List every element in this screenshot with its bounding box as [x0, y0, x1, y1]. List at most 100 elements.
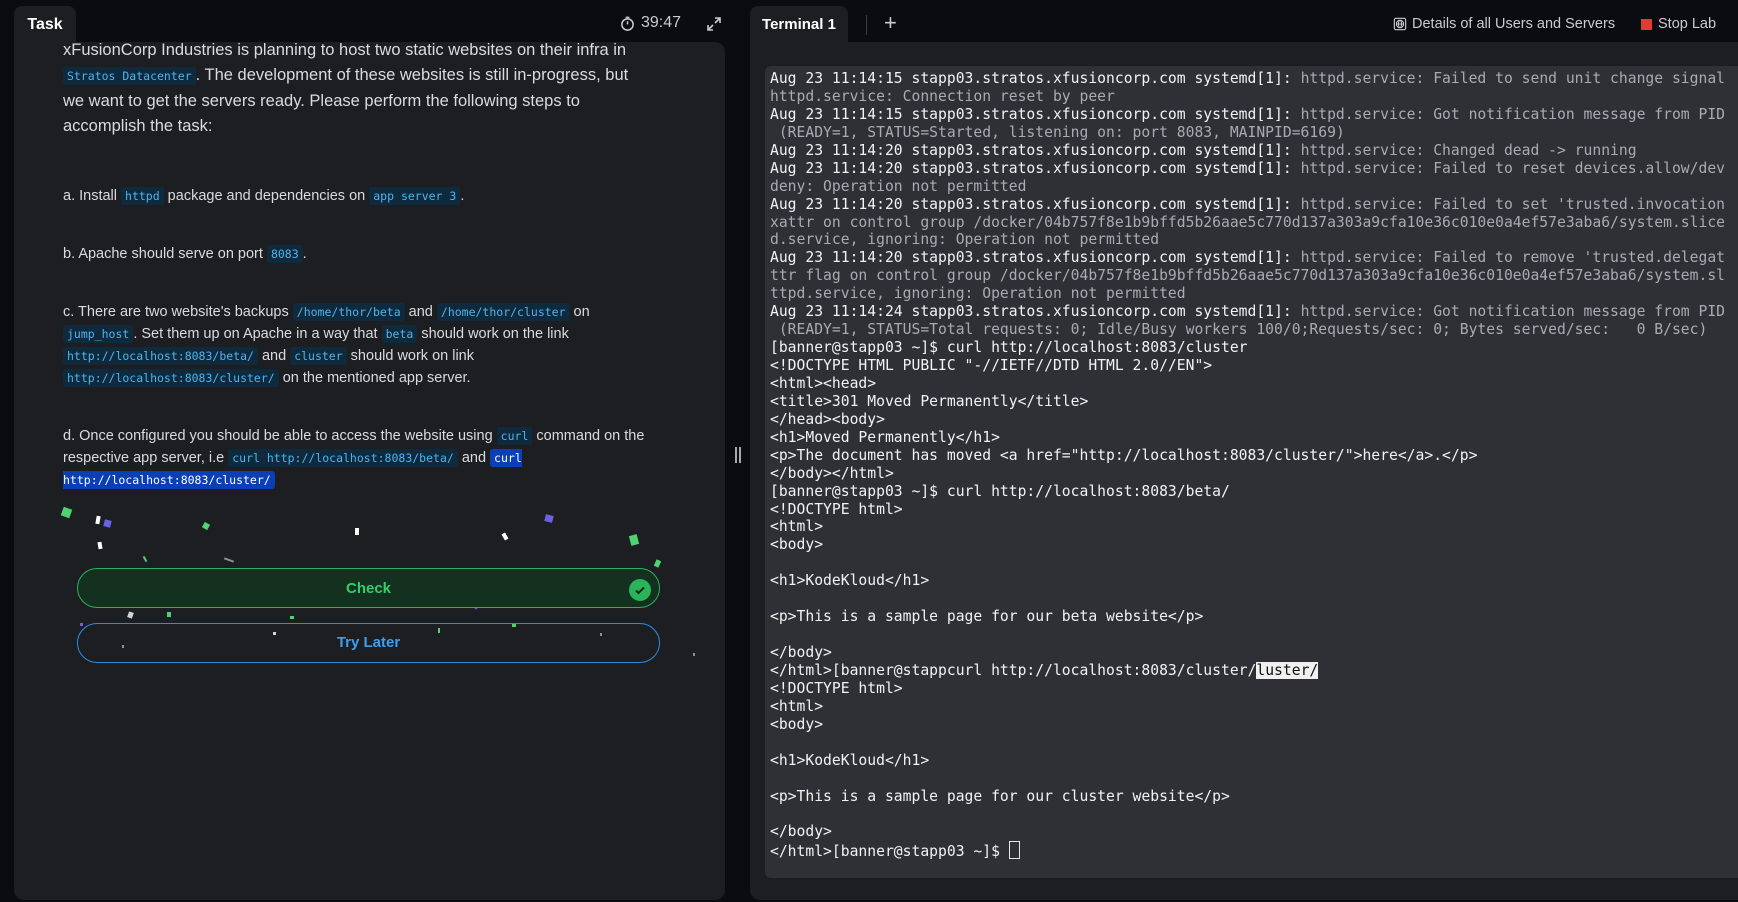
terminal-line: </html>[banner@stappcurl http://localhos…	[770, 661, 1725, 680]
inline-code: cluster	[290, 347, 347, 365]
terminal-line: </body>	[770, 823, 1725, 841]
timer: 39:47	[620, 14, 681, 32]
terminal-text: <!DOCTYPE html>	[770, 500, 903, 518]
check-button[interactable]: Check	[77, 568, 660, 608]
text-segment: and	[457, 450, 491, 466]
stop-lab-button[interactable]: Stop Lab	[1641, 16, 1716, 32]
terminal-line: </html>[banner@stapp03 ~]$	[770, 841, 1725, 861]
terminal-line: <body>	[770, 716, 1725, 734]
terminal-line: </head><body>	[770, 411, 1725, 429]
terminal-text: <h1>KodeKloud</h1>	[770, 572, 930, 590]
text-segment: on the mentioned app server.	[278, 370, 471, 386]
terminal-text-dim: httpd.service: Got notification message …	[1300, 105, 1726, 123]
terminal-output: Aug 23 11:14:15 stapp03.stratos.xfusionc…	[770, 70, 1726, 861]
terminal-line: <p>This is a sample page for our cluster…	[770, 788, 1725, 806]
expand-icon[interactable]	[706, 16, 722, 32]
terminal-line: Aug 23 11:14:15 stapp03.stratos.xfusionc…	[770, 70, 1725, 88]
terminal-line: <!DOCTYPE html>	[770, 501, 1725, 519]
checkmark-icon	[629, 579, 651, 601]
inline-code: curl	[496, 427, 533, 445]
terminal-line: <body>	[770, 536, 1725, 554]
terminal-text-dim: d.service, ignoring: Operation not permi…	[770, 231, 1160, 249]
terminal-text: Aug 23 11:14:15 stapp03.stratos.xfusionc…	[770, 105, 1301, 123]
terminal-text-dim: deny: Operation not permitted	[770, 177, 1027, 195]
terminal-text: [banner@stapp03 ~]$ curl http://localhos…	[770, 482, 1230, 500]
terminal-line: <title>301 Moved Permanently</title>	[770, 393, 1725, 411]
try-later-button[interactable]: Try Later	[77, 623, 660, 663]
text-segment: .	[302, 246, 307, 262]
plus-icon[interactable]: +	[884, 12, 897, 34]
terminal-line: [banner@stapp03 ~]$ curl http://localhos…	[770, 339, 1725, 357]
terminal-text: <!DOCTYPE HTML PUBLIC "-//IETF//DTD HTML…	[770, 357, 1213, 374]
confetti-piece	[693, 653, 695, 656]
terminal-line: ttpd.service, ignoring: Operation not pe…	[770, 285, 1725, 303]
terminal-text: Aug 23 11:14:24 stapp03.stratos.xfusionc…	[770, 303, 1301, 321]
terminal-line: <!DOCTYPE HTML PUBLIC "-//IETF//DTD HTML…	[770, 357, 1725, 375]
terminal-line: <h1>KodeKloud</h1>	[770, 752, 1725, 770]
terminal-line: <html>	[770, 698, 1725, 716]
text-segment: b. Apache should serve on port	[63, 246, 267, 262]
terminal-line: deny: Operation not permitted	[770, 178, 1725, 196]
terminal-text-dim: httpd.service: Failed to set 'trusted.in…	[1300, 195, 1726, 213]
terminal-line: Aug 23 11:14:20 stapp03.stratos.xfusionc…	[770, 160, 1725, 178]
terminal-text: <html>	[770, 697, 824, 715]
terminal-text: <p>This is a sample page for our beta we…	[770, 608, 1204, 626]
text-segment: a. Install	[63, 188, 122, 204]
tab-terminal-1[interactable]: Terminal 1	[750, 6, 848, 42]
inline-code: /home/thor/cluster	[436, 303, 570, 321]
terminal-text: <h1>Moved Permanently</h1>	[770, 428, 1000, 446]
text-segment: d. Once configured you should be able to…	[63, 428, 497, 444]
text-segment: should work on link	[346, 348, 474, 364]
terminal-line: (READY=1, STATUS=Started, listening on: …	[770, 124, 1725, 142]
terminal-text: Aug 23 11:14:15 stapp03.stratos.xfusionc…	[770, 70, 1301, 87]
terminal-text: </head><body>	[770, 410, 885, 428]
terminal-text: <html>	[770, 518, 824, 536]
inline-code: httpd	[121, 187, 164, 205]
details-users-servers-link[interactable]: Details of all Users and Servers	[1393, 16, 1615, 32]
terminal-text-dim: httpd.service: Got notification message …	[1300, 303, 1726, 321]
terminal-line: [banner@stapp03 ~]$ curl http://localhos…	[770, 483, 1725, 501]
terminal-line: xattr on control group /docker/04b757f8e…	[770, 214, 1725, 232]
tab-divider	[866, 15, 867, 35]
terminal-text: <!DOCTYPE html>	[770, 679, 903, 697]
task-step: c. There are two website's backups /home…	[63, 301, 648, 389]
timer-value: 39:47	[641, 14, 682, 31]
details-users-servers-label: Details of all Users and Servers	[1412, 16, 1616, 32]
terminal-line: </body></html>	[770, 465, 1725, 483]
terminal-text-dim: httpd.service: Failed to send unit chang…	[1300, 70, 1726, 87]
terminal-text: </html>[banner@stappcurl http://localhos…	[770, 661, 1257, 679]
drag-handle-icon[interactable]	[733, 445, 743, 465]
terminal-line: <p>The document has moved <a href="http:…	[770, 447, 1725, 465]
terminal-line: d.service, ignoring: Operation not permi…	[770, 231, 1725, 249]
terminal-text-dim: httpd.service: Connection reset by peer	[770, 87, 1115, 105]
terminal-text: <p>This is a sample page for our cluster…	[770, 787, 1230, 805]
terminal-text: </html>[banner@stapp03 ~]$	[770, 843, 1009, 861]
text-segment: . Set them up on Apache in a way that	[133, 326, 382, 342]
confetti-piece	[290, 616, 294, 619]
terminal-line: ttr flag on control group /docker/04b757…	[770, 267, 1725, 285]
globe-icon	[1393, 17, 1407, 31]
terminal-screen[interactable]: Aug 23 11:14:15 stapp03.stratos.xfusionc…	[765, 66, 1738, 878]
terminal-text: Aug 23 11:14:20 stapp03.stratos.xfusionc…	[770, 159, 1301, 177]
stop-square-icon	[1641, 18, 1652, 30]
terminal-text-dim: ttr flag on control group /docker/04b757…	[770, 267, 1726, 285]
task-step: b. Apache should serve on port 8083.	[63, 243, 648, 265]
text-segment: .	[460, 188, 465, 204]
task-step: d. Once configured you should be able to…	[63, 425, 648, 491]
inline-code: curl http://localhost:8083/beta/	[228, 449, 458, 467]
task-step: a. Install httpd package and dependencie…	[63, 185, 648, 207]
confetti-piece	[355, 528, 359, 535]
confetti-piece	[167, 612, 171, 617]
terminal-text-dim: httpd.service: Changed dead -> running	[1300, 141, 1637, 159]
text-segment: xFusionCorp Industries is planning to ho…	[63, 41, 627, 59]
stopwatch-icon	[621, 16, 634, 31]
inline-code: app server 3	[369, 187, 461, 205]
tab-task[interactable]: Task	[14, 6, 76, 42]
text-segment: c. There are two website's backups	[63, 304, 293, 320]
task-intro: xFusionCorp Industries is planning to ho…	[63, 38, 648, 139]
